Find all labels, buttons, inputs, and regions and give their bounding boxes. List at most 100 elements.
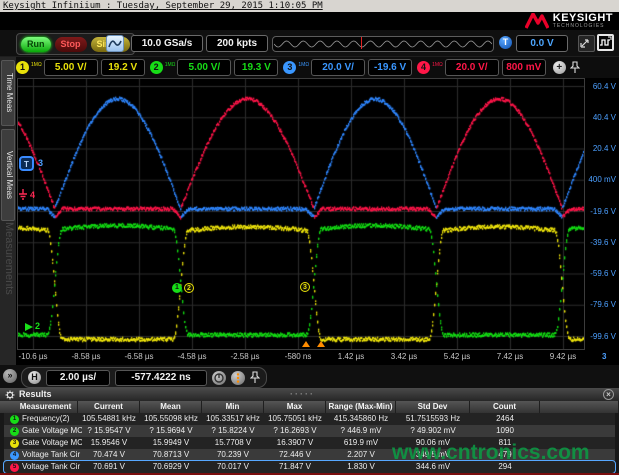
horizontal-control-group: H 2.00 µs/ -577.4222 ns xyxy=(21,367,267,388)
column-header-Count[interactable]: Count xyxy=(470,401,540,413)
channel-1-badge[interactable]: 1 xyxy=(16,61,29,74)
table-row[interactable]: 1Frequency(2)105.54881 kHz105.55098 kHz1… xyxy=(4,413,615,425)
timebase-scale-readout[interactable]: 2.00 µs/ xyxy=(46,370,110,386)
sidebar-tab-vertical-meas[interactable]: Vertical Meas xyxy=(1,129,15,221)
measurement-source-icon: 1 xyxy=(10,415,19,424)
waveform-display[interactable] xyxy=(17,78,585,350)
measurement-source-icon: 5 xyxy=(10,463,19,472)
column-header-Max[interactable]: Max xyxy=(264,401,326,413)
waveform-canvas[interactable] xyxy=(18,79,584,349)
timebase-position-readout[interactable]: -577.4222 ns xyxy=(115,370,207,386)
column-header-Range (Max-Min)[interactable]: Range (Max-Min) xyxy=(326,401,396,413)
measurement-value: ? 15.8224 V xyxy=(202,425,264,437)
measurement-value: 70.017 V xyxy=(202,461,264,473)
channel-4-scale-readout[interactable]: 20.0 V/ xyxy=(445,59,499,76)
measurement-source-icon: 3 xyxy=(10,439,19,448)
channel-1-scale-readout[interactable]: 5.00 V/ xyxy=(44,59,98,76)
channel-2-badge[interactable]: 2 xyxy=(150,61,163,74)
gear-icon[interactable] xyxy=(5,390,15,400)
close-icon[interactable]: × xyxy=(603,389,614,400)
channel-4-group: 41MΩ20.0 V/800 mV xyxy=(417,59,546,76)
channel-3-offset-readout[interactable]: -19.6 V xyxy=(368,59,412,76)
measurement-value: 70.691 V xyxy=(78,461,140,473)
column-header-empty[interactable] xyxy=(540,401,619,413)
column-header-Current[interactable]: Current xyxy=(78,401,140,413)
trigger-badge[interactable]: T xyxy=(499,36,512,49)
channel-2-scale-readout[interactable]: 5.00 V/ xyxy=(177,59,231,76)
watermark: www.cntronics.com xyxy=(392,441,590,465)
x-axis-label: -2.58 µs xyxy=(223,352,267,361)
autoscale-icon[interactable] xyxy=(106,35,124,52)
sidebar-tab-time-meas[interactable]: Time Meas xyxy=(1,60,15,126)
sidebar-expand-button[interactable]: » xyxy=(3,369,17,383)
measurement-value: 2464 xyxy=(470,413,540,425)
x-axis-label: 5.42 µs xyxy=(435,352,479,361)
brand-name: KEYSIGHT xyxy=(553,13,613,23)
channel-1-offset-readout[interactable]: 19.2 V xyxy=(101,59,145,76)
y-axis-label: -99.6 V xyxy=(586,332,616,341)
x-axis-label: -8.58 µs xyxy=(64,352,108,361)
edge-marker: 3 xyxy=(300,282,310,292)
channel-1-group: 11MΩ5.00 V/19.2 V xyxy=(16,59,145,76)
ch2-ground-label: 2 xyxy=(35,321,40,331)
measurement-value: 70.6929 V xyxy=(140,461,202,473)
measurement-value: 15.7708 V xyxy=(202,437,264,449)
brand-sub: TECHNOLOGIES xyxy=(553,23,613,29)
x-axis-label: 3.42 µs xyxy=(382,352,426,361)
y-axis-label: -59.6 V xyxy=(586,269,616,278)
resize-icon[interactable] xyxy=(578,35,595,52)
y-axis-label: 20.4 V xyxy=(586,144,616,153)
measurement-value: 1.830 V xyxy=(326,461,396,473)
column-header-Mean[interactable]: Mean xyxy=(140,401,202,413)
stop-button[interactable]: Stop xyxy=(55,37,87,52)
channel-3-badge[interactable]: 3 xyxy=(283,61,296,74)
y-axis-label: -79.6 V xyxy=(586,300,616,309)
add-waveform-button[interactable]: + xyxy=(553,61,566,74)
column-header-Min[interactable]: Min xyxy=(202,401,264,413)
measurement-value: 15.9546 V xyxy=(78,437,140,449)
edge-marker: 1 xyxy=(172,283,182,293)
y-axis-label: 60.4 V xyxy=(586,82,616,91)
measurement-value: ? 15.9694 V xyxy=(140,425,202,437)
results-title-bar[interactable]: Results ····· × xyxy=(0,388,619,401)
ch2-ground-icon[interactable] xyxy=(24,322,34,332)
channel-2-offset-readout[interactable]: 19.3 V xyxy=(234,59,278,76)
measurement-name: Voltage Tank Cir xyxy=(22,449,82,461)
trigger-level-marker-icon[interactable]: T xyxy=(19,156,34,171)
logo-row: KEYSIGHT TECHNOLOGIES xyxy=(0,12,619,30)
measurement-source-icon: 4 xyxy=(10,451,19,460)
pin-icon[interactable] xyxy=(570,61,580,74)
trigger-level-readout[interactable]: 0.0 V xyxy=(516,35,568,52)
column-header-Measurement[interactable]: Measurement xyxy=(14,401,78,413)
acquisition-preview-bar[interactable] xyxy=(272,36,494,52)
preview-position-marker[interactable] xyxy=(361,37,362,49)
right-axis-channel-indicator: 3 xyxy=(602,352,606,361)
keysight-spark-icon xyxy=(525,13,549,29)
measurement-value: ? 49.902 mV xyxy=(396,425,470,437)
sample-rate-readout[interactable]: 10.0 GSa/s xyxy=(131,35,203,52)
panel-drag-handle[interactable]: ····· xyxy=(290,388,315,401)
channel-4-coupling: 1MΩ xyxy=(432,62,443,68)
channel-4-badge[interactable]: 4 xyxy=(417,61,430,74)
measurement-value: 105.75051 kHz xyxy=(264,413,326,425)
intensity-button[interactable] xyxy=(231,371,245,385)
measurement-value: ? 16.2693 V xyxy=(264,425,326,437)
x-axis-label: 9.42 µs xyxy=(541,352,585,361)
channel-3-scale-readout[interactable]: 20.0 V/ xyxy=(311,59,365,76)
acquisition-mode-button[interactable] xyxy=(212,371,226,385)
ch4-ground-icon[interactable] xyxy=(17,188,29,201)
run-button[interactable]: Run xyxy=(21,37,51,52)
measurement-value: 16.3907 V xyxy=(264,437,326,449)
measurement-value: 70.474 V xyxy=(78,449,140,461)
table-row[interactable]: 2Gate Voltage MC? 15.9547 V? 15.9694 V? … xyxy=(4,425,615,437)
edge-marker: 2 xyxy=(184,283,194,293)
channel-3-group: 31MΩ20.0 V/-19.6 V xyxy=(283,59,412,76)
channel-4-offset-readout[interactable]: 800 mV xyxy=(502,59,546,76)
waveform-tool-icon[interactable] xyxy=(597,34,614,51)
memory-depth-readout[interactable]: 200 kpts xyxy=(206,35,268,52)
oscilloscope-app: Keysight Infiniium : Tuesday, September … xyxy=(0,0,619,475)
measurement-value: 415.345860 Hz xyxy=(326,413,396,425)
column-header-Std Dev[interactable]: Std Dev xyxy=(396,401,470,413)
pin-icon[interactable] xyxy=(250,371,260,384)
horizontal-badge[interactable]: H xyxy=(28,371,41,384)
